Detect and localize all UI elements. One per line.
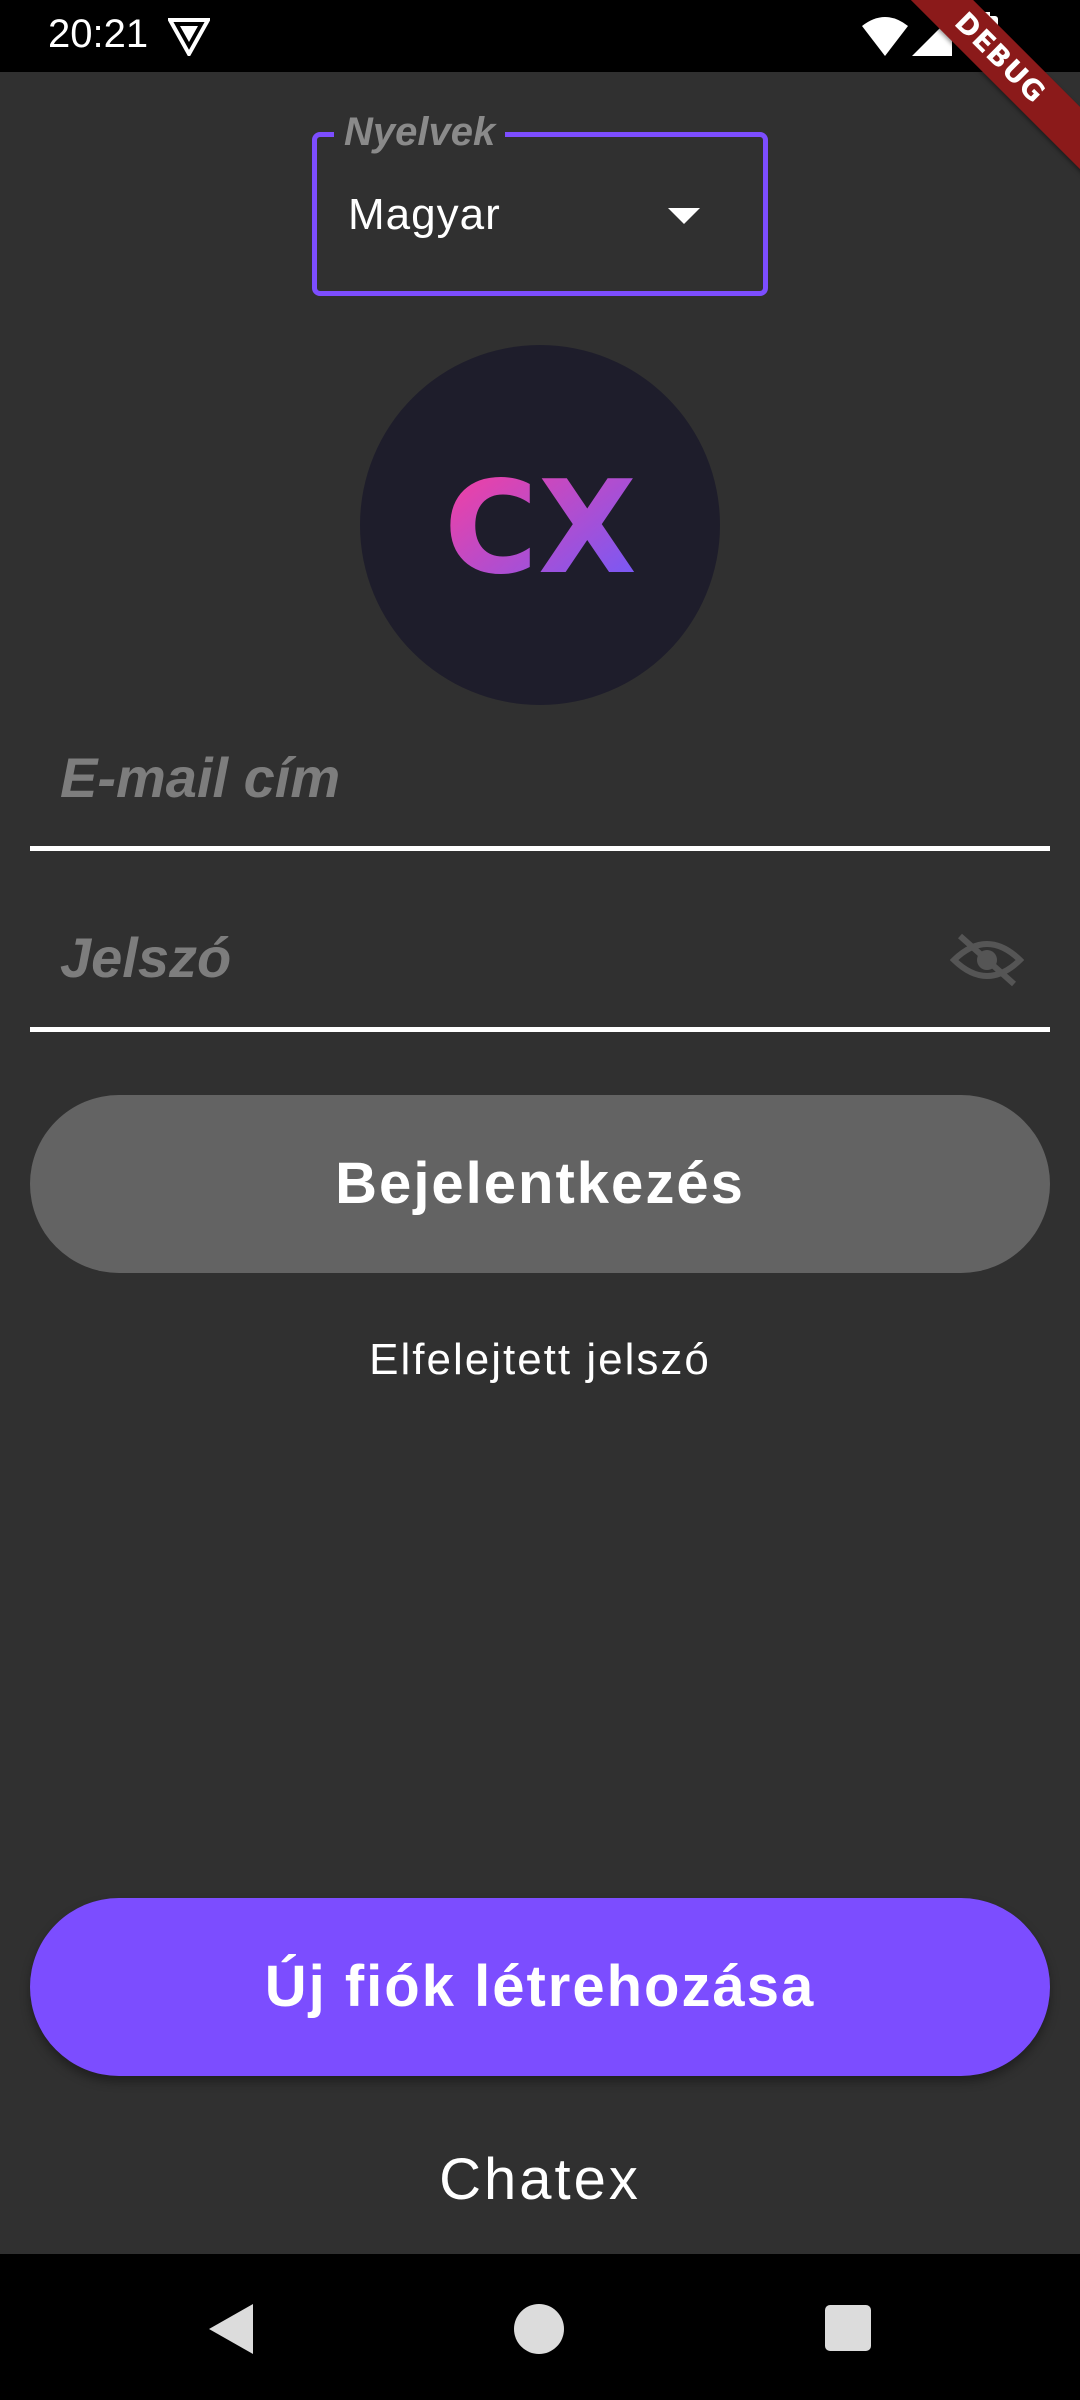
visibility-off-icon[interactable] [950, 930, 1024, 990]
logo-text: CX [444, 460, 637, 590]
wifi-icon [862, 17, 908, 56]
login-button[interactable]: Bejelentkezés [30, 1095, 1050, 1273]
status-time: 20:21 [48, 12, 149, 56]
forgot-password-link[interactable]: Elfelejtett jelszó [0, 1335, 1080, 1385]
language-value[interactable]: Magyar [348, 190, 501, 240]
vpn-icon [168, 18, 210, 56]
email-input[interactable]: E-mail cím [60, 745, 340, 810]
dropdown-arrow-icon[interactable] [668, 208, 700, 224]
password-underline [30, 1027, 1050, 1032]
email-underline [30, 846, 1050, 851]
back-icon[interactable] [205, 2302, 255, 2356]
app-logo: CX [444, 460, 637, 590]
status-bar: 20:21 [0, 0, 1080, 72]
language-label: Nyelvek [334, 110, 506, 155]
login-screen: 20:21 DEBUG Nyelvek Magyar CX E-mail cím… [0, 0, 1080, 2400]
app-name: Chatex [439, 2147, 641, 2212]
navigation-bar [0, 2254, 1080, 2400]
recents-icon[interactable] [825, 2305, 871, 2351]
home-icon[interactable] [514, 2304, 564, 2354]
password-input[interactable]: Jelszó [60, 925, 231, 990]
register-button[interactable]: Új fiók létrehozása [30, 1898, 1050, 2076]
